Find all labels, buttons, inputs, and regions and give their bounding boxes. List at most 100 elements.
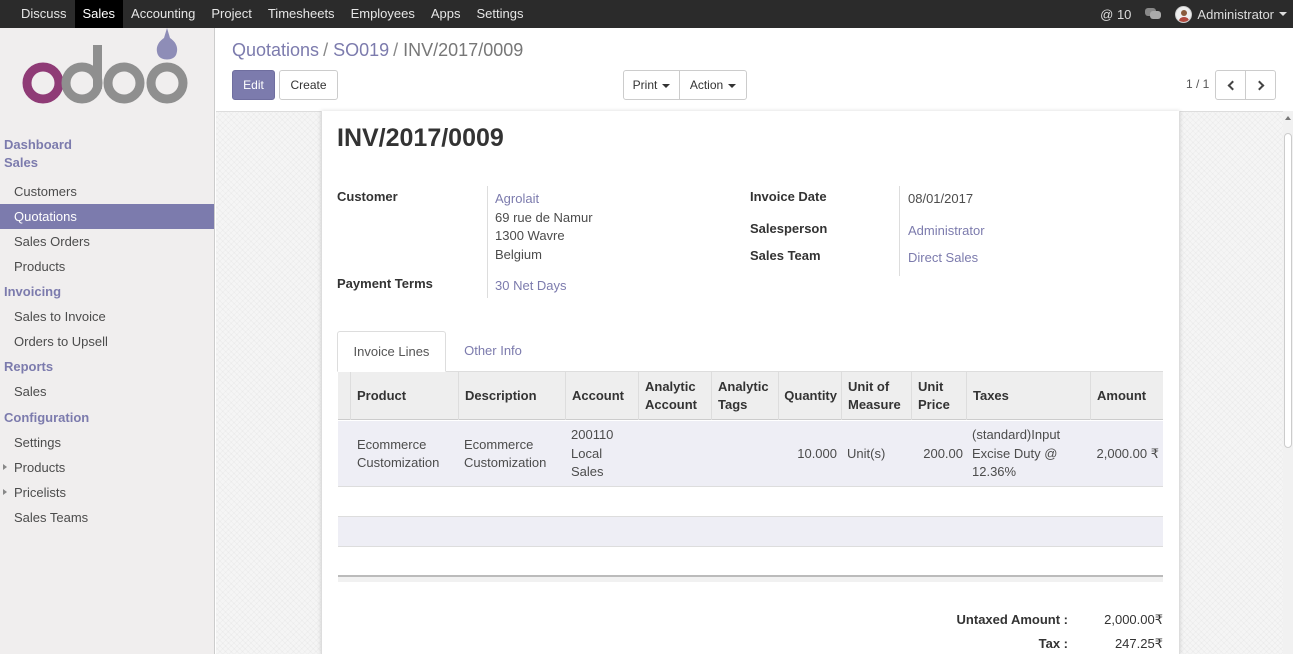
cell-amount: 2,000.00 ₹ bbox=[1096, 445, 1160, 461]
sidebar-section-invoicing: Invoicing bbox=[4, 284, 62, 299]
sidebar-item-reports-sales[interactable]: Sales bbox=[0, 379, 214, 404]
menu-project[interactable]: Project bbox=[203, 0, 259, 28]
breadcrumb-separator: / bbox=[393, 40, 399, 60]
sidebar-item-sales-orders[interactable]: Sales Orders bbox=[0, 229, 214, 254]
cell-analytic-account bbox=[644, 421, 710, 487]
untaxed-amount-value: 2,000.00₹ bbox=[1104, 612, 1163, 627]
cell-product: Ecommerce Customization bbox=[357, 436, 440, 471]
avatar bbox=[1175, 5, 1193, 23]
mentions-counter[interactable]: @ 10 bbox=[1100, 7, 1131, 22]
sidebar-item-config-products[interactable]: Products bbox=[0, 455, 214, 480]
column-header-product[interactable]: Product bbox=[350, 372, 459, 420]
field-divider bbox=[487, 274, 488, 298]
sidebar-section-configuration: Configuration bbox=[4, 410, 90, 425]
tab-invoice-lines[interactable]: Invoice Lines bbox=[337, 331, 446, 372]
table-footer bbox=[338, 575, 1163, 582]
invoice-lines-header: Product Description Account Analytic Acc… bbox=[338, 372, 1163, 420]
salesperson-label: Salesperson bbox=[750, 221, 828, 236]
customer-address-line: 69 rue de Namur bbox=[495, 210, 593, 225]
pager-next-button[interactable] bbox=[1245, 70, 1276, 100]
column-header-unit-of-measure[interactable]: Unit of Measure bbox=[841, 372, 912, 420]
invoice-date-label: Invoice Date bbox=[750, 189, 827, 204]
scrollbar-thumb[interactable] bbox=[1284, 133, 1292, 448]
menu-sales[interactable]: Sales bbox=[74, 0, 124, 28]
column-header-description[interactable]: Description bbox=[458, 372, 566, 420]
chevron-left-icon bbox=[1227, 80, 1237, 91]
user-name: Administrator bbox=[1197, 6, 1274, 22]
sales-team-label: Sales Team bbox=[750, 248, 821, 263]
menu-apps[interactable]: Apps bbox=[423, 0, 469, 28]
sidebar-item-label: Products bbox=[14, 460, 66, 475]
invoice-date-value: 08/01/2017 bbox=[908, 191, 974, 206]
customer-address-line: 1300 Wavre bbox=[495, 228, 565, 243]
sidebar-item-settings[interactable]: Settings bbox=[0, 430, 214, 455]
cell-taxes: (standard)Input Excise Duty @ 12.36% bbox=[972, 427, 1061, 480]
sidebar-nav: Dashboard Sales Customers Quotations Sal… bbox=[0, 136, 214, 530]
cell-account: 200110 Local Sales bbox=[571, 427, 614, 480]
chat-button[interactable] bbox=[1145, 8, 1162, 20]
systray: @ 10 Administrator bbox=[1086, 0, 1287, 28]
edit-button[interactable]: Edit bbox=[232, 70, 275, 100]
breadcrumb-separator: / bbox=[323, 40, 329, 60]
create-button[interactable]: Create bbox=[279, 70, 338, 100]
top-navbar: Discuss Sales Accounting Project Timeshe… bbox=[0, 0, 1293, 28]
expand-arrow-icon bbox=[3, 464, 7, 470]
menu-discuss[interactable]: Discuss bbox=[13, 0, 75, 28]
column-header-quantity[interactable]: Quantity bbox=[778, 372, 842, 420]
column-header-unit-price[interactable]: Unit Price bbox=[911, 372, 967, 420]
customer-label: Customer bbox=[337, 189, 398, 204]
action-label: Action bbox=[689, 78, 724, 92]
cell-analytic-tags bbox=[717, 421, 777, 487]
sales-team-link[interactable]: Direct Sales bbox=[908, 250, 978, 265]
column-header-analytic-account[interactable]: Analytic Account bbox=[638, 372, 712, 420]
sidebar-item-sales-to-invoice[interactable]: Sales to Invoice bbox=[0, 304, 214, 329]
sidebar-item-label: Pricelists bbox=[14, 485, 67, 500]
tax-label: Tax : bbox=[1038, 636, 1068, 651]
payment-terms-link[interactable]: 30 Net Days bbox=[495, 278, 567, 293]
column-header-taxes[interactable]: Taxes bbox=[966, 372, 1091, 420]
expand-arrow-icon bbox=[3, 489, 7, 495]
vertical-scrollbar[interactable] bbox=[1283, 111, 1293, 654]
breadcrumb: Quotations / SO019/INV/2017/0009 bbox=[232, 40, 523, 61]
caret-down-icon bbox=[1279, 12, 1287, 16]
field-divider bbox=[487, 186, 488, 276]
sidebar-item-sales-teams[interactable]: Sales Teams bbox=[0, 505, 214, 530]
chat-icon bbox=[1145, 8, 1162, 20]
menu-employees[interactable]: Employees bbox=[343, 0, 423, 28]
invoice-number: INV/2017/0009 bbox=[337, 124, 504, 152]
cell-description: Ecommerce Customization bbox=[464, 436, 547, 471]
breadcrumb-so019[interactable]: SO019 bbox=[333, 40, 389, 60]
customer-address-line: Belgium bbox=[495, 247, 542, 262]
untaxed-amount-label: Untaxed Amount : bbox=[956, 612, 1068, 627]
table-row[interactable]: Ecommerce Customization Ecommerce Custom… bbox=[338, 421, 1163, 487]
salesperson-link[interactable]: Administrator bbox=[908, 223, 985, 238]
scroll-up-icon bbox=[1285, 116, 1291, 120]
column-header-analytic-tags[interactable]: Analytic Tags bbox=[711, 372, 779, 420]
mentions-label: @ 10 bbox=[1100, 6, 1132, 22]
sidebar-item-products[interactable]: Products bbox=[0, 254, 214, 279]
sidebar-section-sales: Sales bbox=[4, 155, 38, 170]
menu-settings[interactable]: Settings bbox=[469, 0, 532, 28]
sidebar-item-customers[interactable]: Customers bbox=[0, 179, 214, 204]
menu-timesheets[interactable]: Timesheets bbox=[260, 0, 343, 28]
sidebar-section-dashboard[interactable]: Dashboard bbox=[0, 136, 214, 154]
user-menu[interactable]: Administrator bbox=[1175, 5, 1287, 23]
print-label: Print bbox=[632, 78, 658, 92]
tab-other-info[interactable]: Other Info bbox=[450, 331, 536, 372]
sidebar-item-quotations[interactable]: Quotations bbox=[0, 204, 214, 229]
breadcrumb-quotations[interactable]: Quotations bbox=[232, 40, 319, 60]
cell-unit-price: 200.00 bbox=[923, 445, 963, 461]
sidebar-item-orders-to-upsell[interactable]: Orders to Upsell bbox=[0, 329, 214, 354]
column-header-account[interactable]: Account bbox=[565, 372, 639, 420]
customer-link[interactable]: Agrolait bbox=[495, 191, 539, 206]
pager-previous-button[interactable] bbox=[1215, 70, 1246, 100]
action-dropdown[interactable]: Action bbox=[679, 70, 747, 100]
pager-value: 1 / 1 bbox=[1186, 77, 1210, 91]
payment-terms-label: Payment Terms bbox=[337, 276, 433, 291]
odoo-logo[interactable] bbox=[22, 28, 192, 113]
column-header-amount[interactable]: Amount bbox=[1090, 372, 1163, 420]
tax-value: 247.25₹ bbox=[1114, 636, 1163, 651]
menu-accounting[interactable]: Accounting bbox=[123, 0, 203, 28]
print-dropdown[interactable]: Print bbox=[623, 70, 680, 100]
sidebar-item-pricelists[interactable]: Pricelists bbox=[0, 480, 214, 505]
